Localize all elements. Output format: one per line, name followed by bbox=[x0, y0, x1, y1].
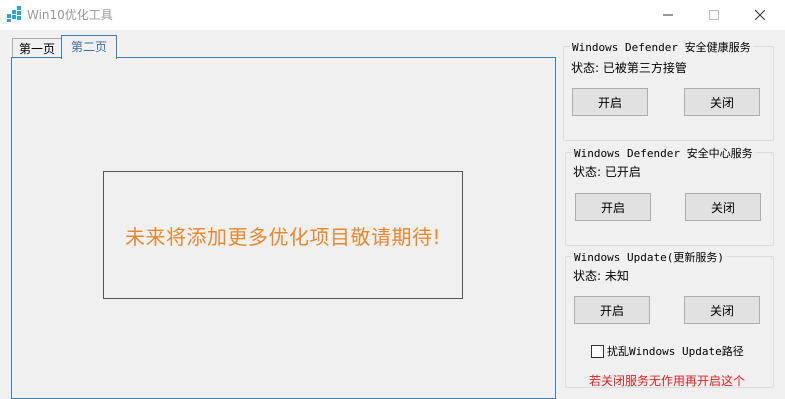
defender-center-status: 状态: 已开启 bbox=[573, 165, 641, 179]
windows-update-on-button[interactable]: 开启 bbox=[574, 296, 650, 324]
minimize-icon bbox=[663, 14, 673, 16]
windows-update-status: 状态: 未知 bbox=[573, 269, 629, 283]
defender-center-off-button[interactable]: 关闭 bbox=[685, 193, 761, 221]
app-icon bbox=[7, 6, 21, 22]
close-button[interactable] bbox=[737, 0, 783, 30]
disrupt-path-label: 扰乱Windows Update路径 bbox=[607, 345, 744, 358]
minimize-button[interactable] bbox=[645, 0, 691, 30]
defender-health-on-button[interactable]: 开启 bbox=[572, 88, 648, 116]
close-icon bbox=[755, 10, 765, 20]
group-title: Windows Defender 安全中心服务 bbox=[572, 145, 755, 161]
defender-center-on-button[interactable]: 开启 bbox=[575, 193, 651, 221]
maximize-icon bbox=[709, 10, 719, 20]
maximize-button[interactable] bbox=[691, 0, 737, 30]
disrupt-path-option[interactable]: 扰乱Windows Update路径 bbox=[591, 343, 744, 359]
defender-health-status: 状态: 已被第三方接管 bbox=[571, 61, 687, 75]
title-bar: Win10优化工具 bbox=[0, 0, 785, 30]
notice-box: 未来将添加更多优化项目敬请期待! bbox=[103, 171, 463, 299]
windows-update-off-button[interactable]: 关闭 bbox=[684, 296, 760, 324]
tab-page-2[interactable]: 第二页 bbox=[61, 35, 117, 59]
disrupt-path-checkbox[interactable] bbox=[591, 344, 604, 358]
defender-health-off-button[interactable]: 关闭 bbox=[684, 88, 760, 116]
warning-text: 若关闭服务无作用再开启这个 bbox=[589, 374, 746, 388]
tab-page-1[interactable]: 第一页 bbox=[12, 38, 62, 59]
coming-soon-notice: 未来将添加更多优化项目敬请期待! bbox=[124, 224, 442, 249]
group-title: Windows Update(更新服务) bbox=[572, 249, 726, 265]
window-title: Win10优化工具 bbox=[27, 8, 113, 22]
group-title: Windows Defender 安全健康服务 bbox=[570, 39, 753, 55]
